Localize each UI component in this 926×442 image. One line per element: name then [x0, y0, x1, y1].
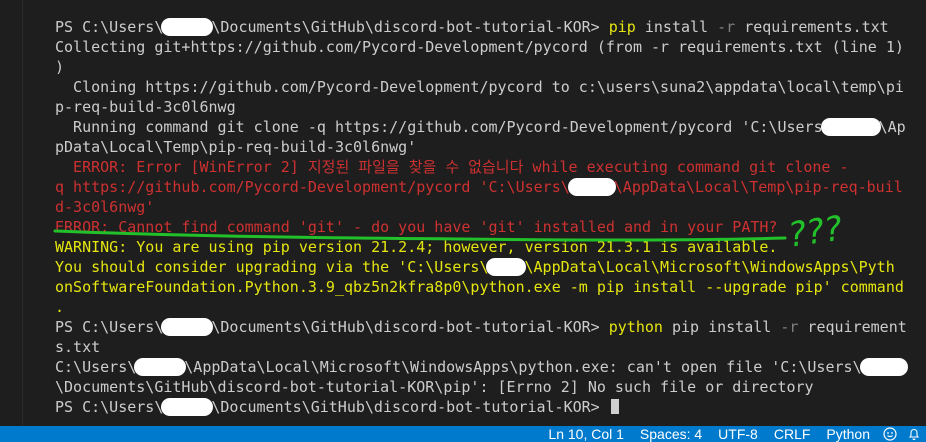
terminal-text: pip — [608, 18, 636, 36]
terminal-line: s.txt — [55, 337, 926, 357]
terminal-line: \Documents\GitHub\discord-bot-tutorial-K… — [55, 377, 926, 397]
terminal-text: Cloning https://github.com/Pycord-Develo… — [55, 78, 904, 96]
terminal-line: WARNING: You are using pip version 21.2.… — [55, 237, 926, 257]
terminal-text: pip install — [662, 318, 781, 336]
redaction-mark — [161, 398, 214, 416]
terminal-text: \Ap — [878, 118, 906, 136]
cursor-position[interactable]: Ln 10, Col 1 — [540, 426, 632, 442]
indentation[interactable]: Spaces: 4 — [632, 426, 710, 442]
terminal-text: d-3c0l6nwg' — [55, 198, 155, 216]
terminal-line: You should consider upgrading via the 'C… — [55, 257, 926, 277]
terminal-text: \Documents\GitHub\discord-bot-tutorial-K… — [211, 398, 609, 416]
terminal-text: PS C:\Users\ — [55, 18, 164, 36]
terminal-line: PS C:\Users\ \Documents\GitHub\discord-bo… — [55, 397, 926, 417]
terminal-line: ERROR: Error [WinError 2] 지정된 파일을 찾을 수 없… — [55, 157, 926, 177]
editor-gutter — [0, 0, 22, 426]
language-mode[interactable]: Python — [818, 426, 878, 442]
bell-icon[interactable] — [902, 427, 926, 441]
terminal-text: Running command git clone -q https://git… — [55, 118, 823, 136]
terminal-line: PS C:\Users\ \Documents\GitHub\discord-bo… — [55, 317, 926, 337]
terminal-line: d-3c0l6nwg' — [55, 197, 926, 217]
terminal-text: \Documents\GitHub\discord-bot-tutorial-K… — [55, 378, 814, 396]
terminal-text: -r — [780, 318, 799, 336]
terminal-line: ERROR: Cannot find command 'git' - do yo… — [55, 217, 926, 237]
line-ending[interactable]: CRLF — [766, 426, 819, 442]
status-bar: Ln 10, Col 1 Spaces: 4 UTF-8 CRLF Python — [0, 426, 926, 442]
redaction-mark — [859, 358, 908, 376]
terminal-text: onSoftwareFoundation.Python.3.9_qbz5n2kf… — [55, 278, 904, 296]
terminal-text: ERROR: Error [WinError 2] 지정된 파일을 찾을 수 없… — [55, 158, 849, 176]
feedback-icon-glyph — [883, 427, 897, 441]
terminal-text: \Documents\GitHub\discord-bot-tutorial-K… — [211, 18, 609, 36]
terminal-output[interactable]: PS C:\Users\ \Documents\GitHub\discord-bo… — [55, 17, 926, 417]
terminal-text: q https://github.com/Pycord-Development/… — [55, 178, 570, 196]
terminal-text: requirements.txt — [735, 18, 889, 36]
terminal-line: q https://github.com/Pycord-Development/… — [55, 177, 926, 197]
bell-icon-glyph — [908, 429, 920, 441]
terminal-text: \AppData\Local\Microsoft\WindowsApps\pyt… — [184, 358, 862, 376]
terminal-text: install — [635, 18, 718, 36]
terminal-text: WARNING: You are using pip version 21.2.… — [55, 238, 778, 256]
feedback-icon[interactable] — [878, 427, 902, 441]
terminal-text: requirement — [798, 318, 907, 336]
redaction-mark — [161, 18, 214, 36]
terminal-line: ) — [55, 57, 926, 77]
terminal-text: You should consider upgrading via the 'C… — [55, 258, 489, 276]
redaction-mark — [134, 358, 187, 376]
terminal-line: C:\Users\ \AppData\Local\Microsoft\Window… — [55, 357, 926, 377]
terminal-text: \AppData\Local\Microsoft\WindowsApps\Pyt… — [524, 258, 895, 276]
terminal-text: \AppData\Local\Temp\pip-req-buil — [613, 178, 903, 196]
terminal-text: C:\Users\ — [55, 358, 137, 376]
terminal-line: Running command git clone -q https://git… — [55, 117, 926, 137]
terminal-line: pData\Local\Temp\pip-req-build-3c0l6nwg' — [55, 137, 926, 157]
terminal-line: Cloning https://github.com/Pycord-Develo… — [55, 77, 926, 97]
terminal-text: . — [55, 298, 65, 316]
terminal-text: ) — [55, 58, 65, 76]
terminal-text: ERROR: Cannot find command 'git' - do yo… — [55, 218, 778, 236]
terminal-cursor — [610, 399, 619, 414]
terminal-text: PS C:\Users\ — [55, 318, 164, 336]
terminal-text: python — [608, 318, 663, 336]
terminal-text: Collecting git+https://github.com/Pycord… — [55, 38, 904, 56]
terminal-text: pData\Local\Temp\pip-req-build-3c0l6nwg' — [55, 138, 417, 156]
redaction-mark — [161, 318, 214, 336]
terminal-line: p-req-build-3c0l6nwg — [55, 97, 926, 117]
terminal-text: \Documents\GitHub\discord-bot-tutorial-K… — [211, 318, 609, 336]
redaction-mark — [486, 258, 527, 276]
terminal-text: PS C:\Users\ — [55, 398, 164, 416]
terminal-line: PS C:\Users\ \Documents\GitHub\discord-bo… — [55, 17, 926, 37]
redaction-mark — [567, 178, 616, 196]
terminal-text: -r — [717, 18, 736, 36]
terminal-text: p-req-build-3c0l6nwg — [55, 98, 236, 116]
terminal-line: onSoftwareFoundation.Python.3.9_qbz5n2kf… — [55, 277, 926, 297]
redaction-mark — [820, 118, 881, 136]
terminal-text: s.txt — [55, 338, 101, 356]
terminal-line: . — [55, 297, 926, 317]
terminal-line: Collecting git+https://github.com/Pycord… — [55, 37, 926, 57]
gutter-divider — [22, 0, 23, 426]
file-encoding[interactable]: UTF-8 — [710, 426, 766, 442]
